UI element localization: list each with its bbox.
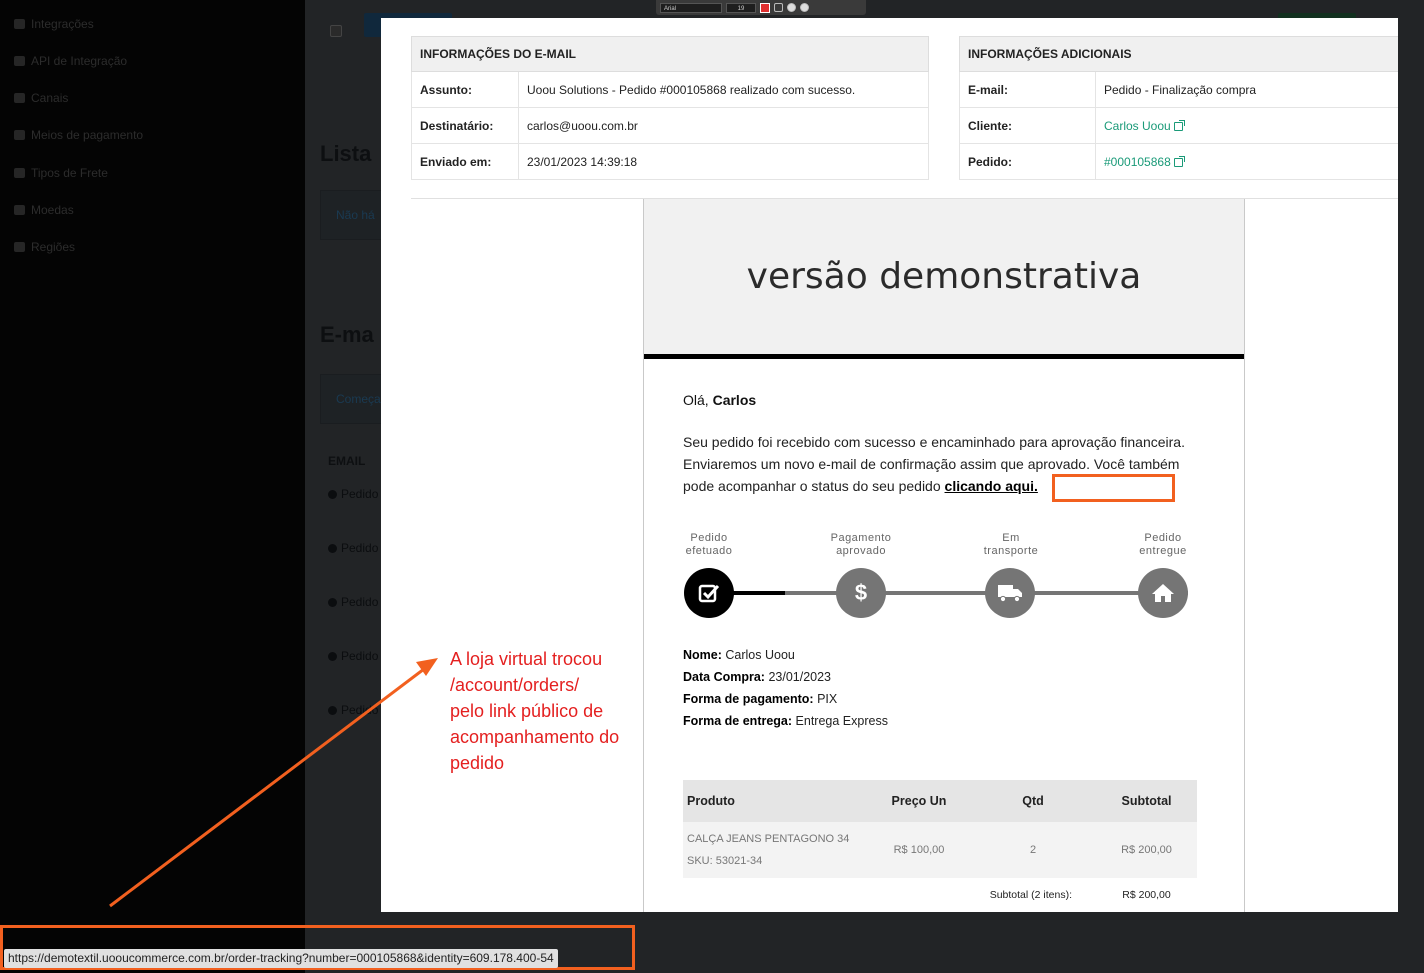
status-bar-url: https://demotextil.uooucommerce.com.br/o… — [4, 949, 558, 968]
info-icon — [328, 597, 337, 607]
step-delivered — [1138, 568, 1188, 618]
sidebar: Integrações API de Integração Canais Mei… — [0, 0, 305, 973]
annotation-text: A loja virtual trocou /account/orders/ p… — [450, 649, 620, 773]
order-progress: Pedido efetuado Pagamento aprovado Em trans… — [683, 532, 1203, 632]
email-info-header: INFORMAÇÕES DO E-MAIL — [411, 36, 929, 72]
subject-value: Uoou Solutions - Pedido #000105868 reali… — [518, 71, 929, 108]
step-label: Pedido entregue — [1139, 532, 1187, 557]
external-link-icon — [1173, 119, 1185, 131]
font-select[interactable]: Arial — [660, 2, 722, 13]
step-label: Em transporte — [983, 532, 1039, 557]
color-picker[interactable] — [760, 2, 770, 13]
client-label: Cliente: — [959, 107, 1096, 144]
dollar-icon — [14, 205, 25, 215]
credit-card-icon — [14, 130, 25, 140]
external-link-icon — [1173, 155, 1185, 167]
sidebar-item-api[interactable]: API de Integração — [14, 54, 127, 68]
row-checkbox[interactable] — [330, 25, 342, 37]
col-subtotal: Subtotal — [1096, 780, 1197, 822]
step-paid: $ — [836, 568, 886, 618]
step-label: Pedido efetuado — [685, 532, 733, 557]
recipient-value: carlos@uoou.com.br — [518, 107, 929, 144]
product-subtotal: R$ 200,00 — [1096, 822, 1197, 878]
sidebar-item-moedas[interactable]: Moedas — [14, 203, 74, 217]
subtotal-label: Subtotal (2 itens): — [868, 878, 1096, 912]
email-preview-modal: INFORMAÇÕES DO E-MAIL Assunto: Uoou Solut… — [381, 18, 1398, 912]
order-label: Pedido: — [959, 143, 1096, 180]
sent-at-value: 23/01/2023 14:39:18 — [518, 143, 929, 180]
fill-icon[interactable] — [787, 3, 796, 12]
subject-label: Assunto: — [411, 71, 519, 108]
info-icon — [328, 705, 337, 715]
annotation-toolbar: Arial 19 — [656, 0, 866, 15]
additional-info-header: INFORMAÇÕES ADICIONAIS — [959, 36, 1398, 72]
font-size-stepper[interactable]: 19 — [726, 2, 756, 13]
text-style-icon[interactable] — [774, 3, 783, 12]
step-ordered — [684, 568, 734, 618]
email-info-table: INFORMAÇÕES DO E-MAIL Assunto: Uoou Solut… — [411, 36, 929, 180]
email-body: versão demonstrativa Olá, Carlos Seu ped… — [643, 199, 1245, 912]
email-column-header: EMAIL — [328, 454, 366, 468]
truck-icon — [14, 168, 25, 178]
search-placeholder: Começa — [336, 392, 381, 406]
email-type-value: Pedido - Finalização compra — [1095, 71, 1398, 108]
info-icon — [328, 489, 337, 499]
order-details: Nome: Carlos Uoou Data Compra: 23/01/202… — [683, 648, 888, 728]
product-table: Produto Preço Un Qtd Subtotal CALÇA JEAN… — [683, 780, 1197, 912]
email-heading: E-ma — [320, 322, 374, 347]
progress-line-done — [733, 591, 785, 595]
step-label: Pagamento aprovado — [830, 532, 892, 557]
plug-icon — [14, 56, 25, 66]
dollar-icon: $ — [854, 580, 868, 605]
email-banner: versão demonstrativa — [644, 199, 1244, 359]
plug-icon — [14, 19, 25, 29]
globe-icon — [14, 242, 25, 252]
info-icon — [328, 543, 337, 553]
recipient-label: Destinatário: — [411, 107, 519, 144]
sidebar-item-integracoes[interactable]: Integrações — [14, 17, 94, 31]
home-icon — [1152, 584, 1174, 602]
col-qty: Qtd — [970, 780, 1096, 822]
list-heading: Lista — [320, 141, 372, 166]
sent-at-label: Enviado em: — [411, 143, 519, 180]
list-item[interactable]: Pedido — [328, 487, 378, 501]
empty-text: Não há — [336, 208, 375, 222]
product-qty: 2 — [970, 822, 1096, 878]
sidebar-item-pagamento[interactable]: Meios de pagamento — [14, 128, 143, 142]
no-fill-icon[interactable] — [800, 3, 809, 12]
greeting: Olá, Carlos — [683, 392, 757, 408]
table-row: CALÇA JEANS PENTAGONO 34 SKU: 53021-34 R$… — [683, 822, 1197, 878]
info-icon — [328, 651, 337, 661]
list-item[interactable]: Pedido — [328, 649, 378, 663]
sidebar-item-regioes[interactable]: Regiões — [14, 240, 75, 254]
link-highlight-box — [1052, 474, 1175, 502]
sidebar-item-canais[interactable]: Canais — [14, 91, 68, 105]
email-preview-frame: versão demonstrativa Olá, Carlos Seu ped… — [411, 198, 1398, 912]
step-shipping — [985, 568, 1035, 618]
product-sku: SKU: 53021-34 — [687, 855, 763, 867]
list-item[interactable]: Pedido — [328, 595, 378, 609]
product-price: R$ 100,00 — [868, 822, 970, 878]
list-item[interactable]: Pedido — [328, 703, 378, 717]
list-item[interactable]: Pedido — [328, 541, 378, 555]
truck-icon — [998, 585, 1022, 603]
col-product: Produto — [683, 780, 868, 822]
subtotal-value: R$ 200,00 — [1096, 878, 1197, 912]
check-icon — [698, 584, 720, 603]
sitemap-icon — [14, 93, 25, 103]
col-price: Preço Un — [868, 780, 970, 822]
tracking-link[interactable]: clicando aqui. — [945, 478, 1038, 494]
email-type-label: E-mail: — [959, 71, 1096, 108]
order-link[interactable]: #000105868 — [1104, 155, 1185, 169]
product-name: CALÇA JEANS PENTAGONO 34 — [687, 833, 850, 845]
client-link[interactable]: Carlos Uoou — [1104, 119, 1185, 133]
additional-info-table: INFORMAÇÕES ADICIONAIS E-mail: Pedido - F… — [959, 36, 1398, 180]
sidebar-item-frete[interactable]: Tipos de Frete — [14, 166, 108, 180]
